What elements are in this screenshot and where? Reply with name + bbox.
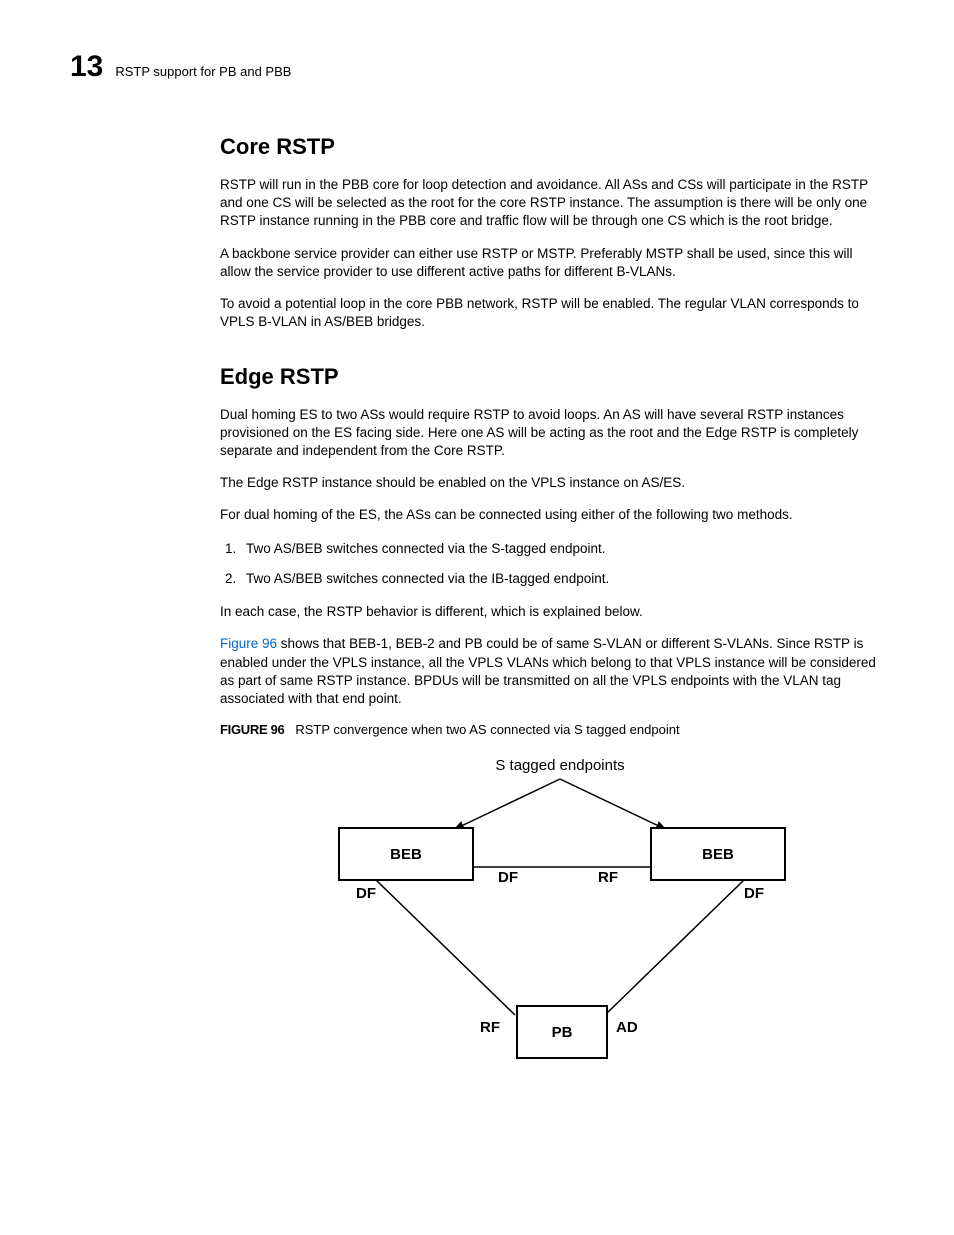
figure-caption: FIGURE 96 RSTP convergence when two AS c… bbox=[220, 722, 884, 737]
figure-link[interactable]: Figure 96 bbox=[220, 636, 277, 651]
edge-p5-text: shows that BEB-1, BEB-2 and PB could be … bbox=[220, 636, 876, 706]
core-p1: RSTP will run in the PBB core for loop d… bbox=[220, 176, 884, 231]
label-rf-bottom: RF bbox=[480, 1019, 500, 1036]
node-beb-1: BEB bbox=[338, 827, 474, 881]
label-rf-top: RF bbox=[598, 869, 618, 886]
page-header: 13 RSTP support for PB and PBB bbox=[70, 50, 884, 84]
label-df-right: DF bbox=[744, 885, 764, 902]
list-item: Two AS/BEB switches connected via the S-… bbox=[240, 539, 884, 559]
running-title: RSTP support for PB and PBB bbox=[115, 64, 291, 79]
list-item: Two AS/BEB switches connected via the IB… bbox=[240, 569, 884, 589]
heading-core-rstp: Core RSTP bbox=[220, 134, 884, 160]
chapter-number: 13 bbox=[70, 50, 103, 84]
core-p3: To avoid a potential loop in the core PB… bbox=[220, 295, 884, 331]
edge-methods-list: Two AS/BEB switches connected via the S-… bbox=[220, 539, 884, 590]
edge-p2: The Edge RSTP instance should be enabled… bbox=[220, 474, 884, 492]
edge-p5: Figure 96 shows that BEB-1, BEB-2 and PB… bbox=[220, 635, 884, 708]
node-beb-2: BEB bbox=[650, 827, 786, 881]
heading-edge-rstp: Edge RSTP bbox=[220, 364, 884, 390]
core-p2: A backbone service provider can either u… bbox=[220, 245, 884, 281]
label-df-left: DF bbox=[356, 885, 376, 902]
figure-diagram: S tagged endpoints BEB B bbox=[320, 757, 800, 1077]
figure-label: FIGURE 96 bbox=[220, 722, 284, 737]
edge-p4: In each case, the RSTP behavior is diffe… bbox=[220, 603, 884, 621]
node-pb: PB bbox=[516, 1005, 608, 1059]
edge-p3: For dual homing of the ES, the ASs can b… bbox=[220, 506, 884, 524]
label-ad-bottom: AD bbox=[616, 1019, 638, 1036]
edge-p1: Dual homing ES to two ASs would require … bbox=[220, 406, 884, 461]
figure-caption-text: RSTP convergence when two AS connected v… bbox=[295, 722, 679, 737]
label-df-top: DF bbox=[498, 869, 518, 886]
